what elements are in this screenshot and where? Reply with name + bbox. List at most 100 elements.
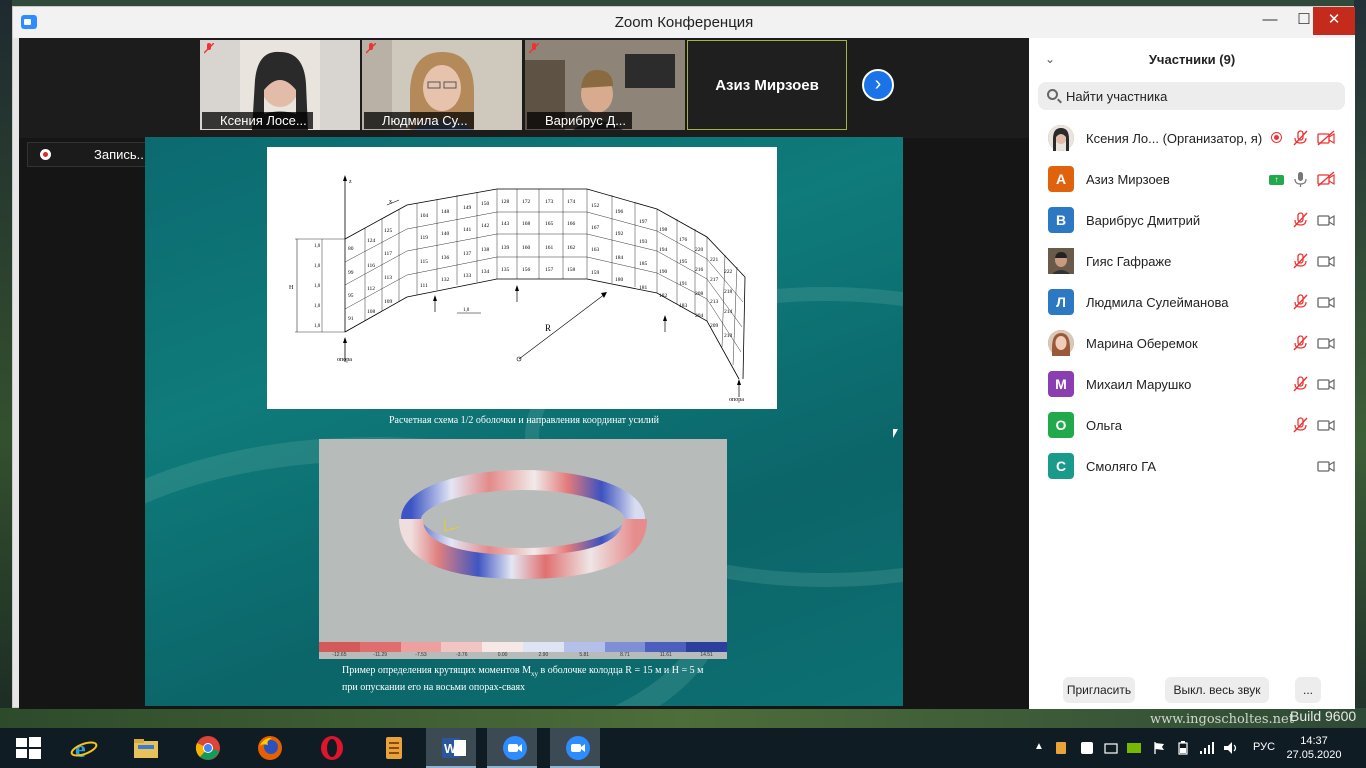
participant-row[interactable]: Гияс Гафраже	[1029, 241, 1355, 282]
desktop-background-left	[0, 0, 12, 728]
close-button[interactable]: ✕	[1313, 7, 1355, 35]
avatar: А	[1048, 166, 1074, 192]
participant-row[interactable]: А Азиз Мирзоев ↑	[1029, 159, 1355, 200]
system-clock[interactable]: 14:37 27.05.2020	[1283, 734, 1345, 762]
avatar	[1048, 125, 1074, 151]
muted-mic-icon[interactable]	[1291, 130, 1309, 146]
tray-volume-icon[interactable]	[1223, 741, 1239, 755]
next-page-button[interactable]: ›	[862, 69, 894, 101]
svg-text:194: 194	[659, 247, 668, 253]
archive-icon	[386, 737, 402, 759]
svg-text:172: 172	[522, 199, 531, 205]
svg-text:108: 108	[367, 309, 376, 315]
video-icon[interactable]	[1317, 253, 1335, 269]
video-tile[interactable]: Варибрус Д...	[525, 40, 685, 130]
zoom-window: Zoom Конференция — ☐ ✕ Ксения Лосе... Лю…	[12, 6, 1355, 709]
participant-list: Ксения Ло... (Организатор, я) А Азиз Мир…	[1029, 118, 1355, 487]
more-options-button[interactable]: ...	[1295, 677, 1321, 703]
taskbar-internet-explorer[interactable]: e	[56, 728, 106, 768]
video-icon[interactable]	[1317, 335, 1335, 351]
svg-text:139: 139	[501, 245, 510, 251]
svg-text:196: 196	[615, 209, 624, 215]
taskbar-archiver[interactable]	[366, 728, 416, 768]
legend-tick-label: 5.81	[579, 652, 590, 658]
tray-network-icon[interactable]	[1199, 741, 1215, 755]
svg-text:109: 109	[384, 299, 393, 305]
muted-mic-icon[interactable]	[1291, 417, 1309, 433]
muted-mic-icon[interactable]	[1291, 212, 1309, 228]
svg-text:217: 217	[710, 277, 719, 283]
video-tile[interactable]: Ксения Лосе...	[200, 40, 360, 130]
participant-row[interactable]: Л Людмила Сулейманова	[1029, 282, 1355, 323]
participant-name: Варибрус Дмитрий	[1086, 213, 1201, 228]
legend-tick-label: 8.71	[620, 652, 630, 658]
mute-all-button[interactable]: Выкл. весь звук	[1165, 677, 1269, 703]
tray-flag-icon[interactable]	[1152, 741, 1166, 755]
svg-text:80: 80	[348, 246, 354, 252]
svg-text:204: 204	[695, 313, 704, 319]
video-tile-no-video[interactable]: Азиз Мирзоев	[687, 40, 847, 130]
svg-text:124: 124	[367, 238, 376, 244]
invite-button[interactable]: Пригласить	[1063, 677, 1135, 703]
language-indicator[interactable]: РУС	[1253, 741, 1275, 753]
muted-mic-icon[interactable]	[1291, 294, 1309, 310]
tray-battery-icon[interactable]	[1176, 741, 1190, 755]
svg-text:173: 173	[545, 199, 554, 205]
avatar	[1048, 330, 1074, 356]
participant-search[interactable]	[1038, 82, 1345, 110]
svg-text:220: 220	[695, 247, 704, 253]
video-icon[interactable]	[1317, 212, 1335, 228]
start-button[interactable]	[0, 728, 50, 768]
avatar: В	[1048, 207, 1074, 233]
muted-mic-icon[interactable]	[1291, 376, 1309, 392]
recording-label: Запись...	[94, 147, 148, 162]
svg-text:132: 132	[441, 277, 450, 283]
video-tile[interactable]: Людмила Су...	[362, 40, 522, 130]
diagram-r-label: R	[545, 323, 551, 333]
participant-row[interactable]: В Варибрус Дмитрий	[1029, 200, 1355, 241]
folder-icon	[134, 739, 158, 758]
search-input[interactable]	[1066, 87, 1336, 105]
windows-logo-icon	[16, 737, 41, 759]
taskbar-zoom-meeting[interactable]	[550, 728, 600, 768]
taskbar-file-explorer[interactable]	[118, 728, 168, 768]
participant-row[interactable]: Марина Оберемок	[1029, 323, 1355, 364]
video-off-icon[interactable]	[1317, 171, 1335, 187]
minimize-button[interactable]: —	[1253, 7, 1287, 35]
participant-row[interactable]: С Смоляго ГА	[1029, 446, 1355, 487]
svg-text:150: 150	[481, 201, 490, 207]
color-legend	[319, 642, 727, 652]
participant-row[interactable]: М Михаил Марушко	[1029, 364, 1355, 405]
video-icon[interactable]	[1317, 417, 1335, 433]
video-icon[interactable]	[1317, 294, 1335, 310]
taskbar-firefox[interactable]	[242, 728, 292, 768]
muted-mic-icon[interactable]	[1291, 253, 1309, 269]
video-tile-name: Азиз Мирзоев	[715, 76, 819, 94]
tray-keyboard-icon[interactable]	[1104, 741, 1118, 755]
svg-text:152: 152	[591, 203, 600, 209]
video-icon[interactable]	[1317, 458, 1335, 474]
title-bar[interactable]: Zoom Конференция — ☐ ✕	[13, 7, 1355, 38]
svg-text:143: 143	[501, 221, 510, 227]
video-off-icon[interactable]	[1317, 130, 1335, 146]
mic-icon[interactable]	[1291, 171, 1309, 187]
tray-app-icon[interactable]	[1080, 741, 1094, 755]
svg-text:208: 208	[695, 291, 704, 297]
tray-nvidia-icon[interactable]	[1126, 741, 1142, 755]
video-icon[interactable]	[1317, 376, 1335, 392]
participant-row[interactable]: Ксения Ло... (Организатор, я)	[1029, 118, 1355, 159]
taskbar-zoom[interactable]	[487, 728, 537, 768]
participant-row[interactable]: О Ольга	[1029, 405, 1355, 446]
muted-mic-icon[interactable]	[1291, 335, 1309, 351]
tray-expand-icon[interactable]: ▲	[1034, 741, 1044, 755]
svg-text:192: 192	[615, 231, 624, 237]
legend-tick-label: 14.51	[700, 652, 713, 658]
taskbar-word[interactable]: W	[426, 728, 476, 768]
tray-archive-icon[interactable]	[1054, 741, 1068, 755]
taskbar-chrome[interactable]	[180, 728, 230, 768]
participant-name: Азиз Мирзоев	[1086, 172, 1170, 187]
legend-tick-label: 2.90	[538, 652, 549, 658]
participant-name: Гияс Гафраже	[1086, 254, 1172, 269]
taskbar-opera[interactable]	[304, 728, 354, 768]
svg-text:182: 182	[659, 293, 668, 299]
